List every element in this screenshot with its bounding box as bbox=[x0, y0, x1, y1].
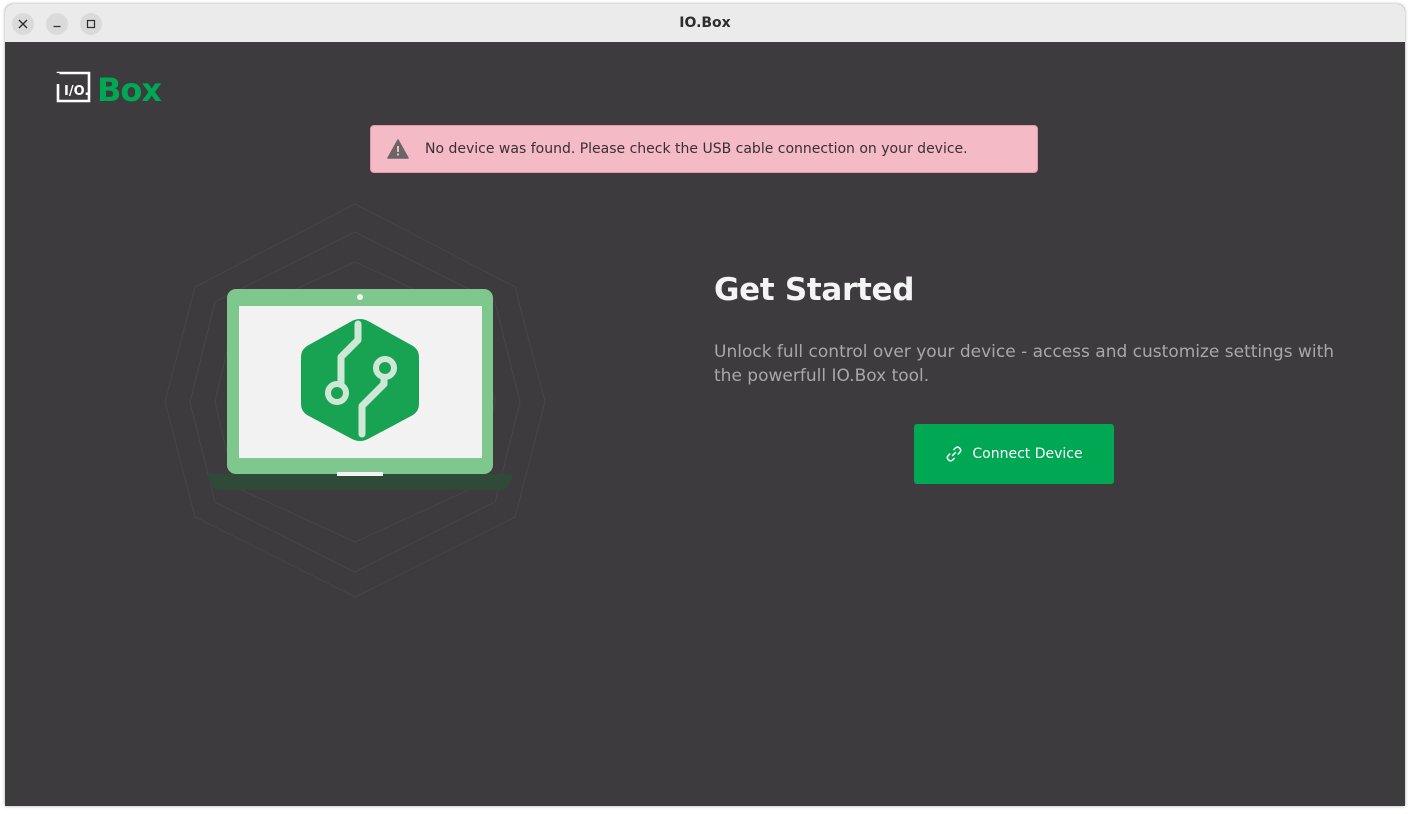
connect-device-button[interactable]: Connect Device bbox=[914, 424, 1114, 484]
laptop-base bbox=[207, 474, 513, 490]
laptop-illustration bbox=[164, 203, 546, 598]
io-box-logo: I/O. Box bbox=[56, 71, 163, 106]
page-description: Unlock full control over your device - a… bbox=[714, 342, 1335, 386]
error-alert: No device was found. Please check the US… bbox=[370, 125, 1038, 173]
title-bar[interactable]: IO.Box bbox=[5, 4, 1405, 43]
connect-device-label: Connect Device bbox=[972, 446, 1083, 462]
page-title: Get Started bbox=[714, 272, 915, 308]
laptop-camera bbox=[357, 294, 363, 300]
alert-message: No device was found. Please check the US… bbox=[425, 141, 968, 157]
warning-icon bbox=[387, 139, 409, 159]
logo-wordmark: Box bbox=[97, 71, 162, 106]
link-icon bbox=[945, 445, 963, 463]
window-title: IO.Box bbox=[679, 15, 731, 31]
laptop-notch bbox=[337, 472, 383, 476]
logo-badge-text: I/O. bbox=[64, 84, 89, 99]
main-content: I/O. Box No device was found. Please che… bbox=[5, 42, 1405, 806]
app-window: IO.Box I/O. Box No device was found. Ple… bbox=[5, 4, 1405, 806]
